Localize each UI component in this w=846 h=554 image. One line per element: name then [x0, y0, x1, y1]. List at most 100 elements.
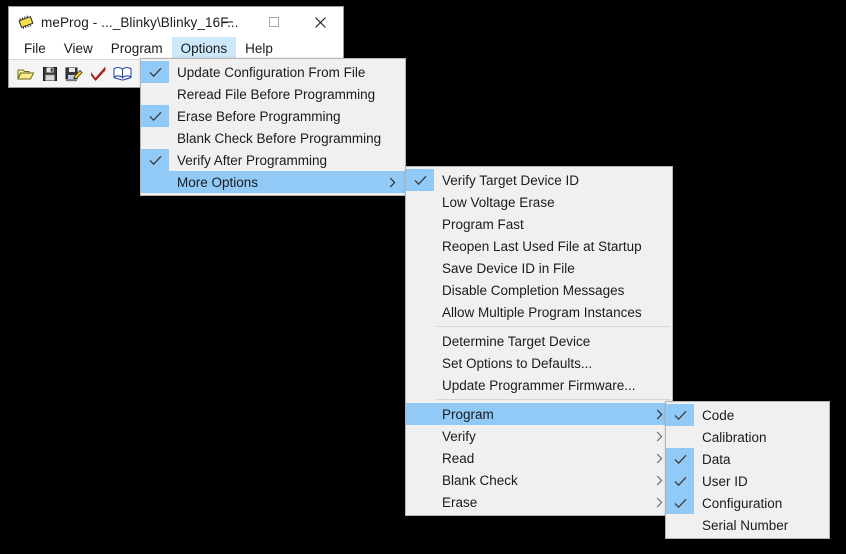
menubar-item-program[interactable]: Program [102, 37, 172, 59]
menu-item-label: Set Options to Defaults... [442, 355, 593, 371]
checkmark-placeholder [666, 514, 694, 536]
read-book-icon[interactable] [111, 63, 133, 85]
menu-item-configuration[interactable]: Configuration [666, 492, 829, 514]
menu-item-update-programmer-firmware[interactable]: Update Programmer Firmware... [406, 374, 672, 396]
menu-item-label: Update Configuration From File [177, 64, 366, 80]
menu-item-blank-check-before-programming[interactable]: Blank Check Before Programming [141, 127, 405, 149]
checkmark-icon [141, 149, 169, 171]
menu-item-label: Verify [442, 428, 476, 444]
checkmark-placeholder [406, 301, 434, 323]
menu-item-label: Program Fast [442, 216, 524, 232]
checkmark-icon [666, 470, 694, 492]
checkmark-placeholder [141, 83, 169, 105]
save-floppy-icon[interactable] [39, 63, 61, 85]
menubar-item-file[interactable]: File [15, 37, 55, 59]
menubar-item-help[interactable]: Help [236, 37, 282, 59]
menu-item-save-device-id-in-file[interactable]: Save Device ID in File [406, 257, 672, 279]
program-device-icon[interactable] [63, 63, 85, 85]
menu-item-erase[interactable]: Erase [406, 491, 672, 513]
checkmark-placeholder [406, 403, 434, 425]
menu-item-program-fast[interactable]: Program Fast [406, 213, 672, 235]
menubar-item-label: Program [110, 40, 163, 56]
menu-item-label: Save Device ID in File [442, 260, 575, 276]
menu-item-determine-target-device[interactable]: Determine Target Device [406, 330, 672, 352]
menu-item-label: Calibration [702, 429, 767, 445]
title-bar[interactable]: meProg - ..._Blinky\Blinky_16F... [9, 7, 343, 37]
menu-item-label: Code [702, 407, 735, 423]
menu-item-program[interactable]: Program [406, 403, 672, 425]
checkmark-placeholder [666, 426, 694, 448]
options-dropdown-menu: Update Configuration From File Reread Fi… [140, 58, 406, 196]
menu-item-more-options[interactable]: More Options [141, 171, 405, 193]
menu-item-update-configuration-from-file[interactable]: Update Configuration From File [141, 61, 405, 83]
menu-item-label: User ID [702, 473, 748, 489]
menubar-item-label: File [24, 40, 46, 56]
chevron-right-icon [656, 403, 663, 425]
menu-item-verify-after-programming[interactable]: Verify After Programming [141, 149, 405, 171]
chevron-right-icon [656, 491, 663, 513]
menu-item-label: Verify After Programming [177, 152, 328, 168]
checkmark-icon [141, 105, 169, 127]
menu-item-low-voltage-erase[interactable]: Low Voltage Erase [406, 191, 672, 213]
menubar-item-label: Help [245, 40, 273, 56]
menu-item-label: Program [442, 406, 494, 422]
menu-item-data[interactable]: Data [666, 448, 829, 470]
menu-item-label: More Options [177, 174, 259, 190]
menu-item-label: Reopen Last Used File at Startup [442, 238, 642, 254]
more-options-submenu: Verify Target Device ID Low Voltage Eras… [405, 166, 673, 516]
close-icon[interactable] [297, 7, 343, 37]
checkmark-icon [406, 169, 434, 191]
menu-item-disable-completion-messages[interactable]: Disable Completion Messages [406, 279, 672, 301]
menubar-item-label: Options [180, 40, 228, 56]
checkmark-placeholder [406, 425, 434, 447]
checkmark-placeholder [406, 447, 434, 469]
menubar-item-options[interactable]: Options [171, 37, 237, 59]
menu-item-label: Determine Target Device [442, 333, 591, 349]
menu-item-label: Disable Completion Messages [442, 282, 625, 298]
menu-item-code[interactable]: Code [666, 404, 829, 426]
verify-check-icon[interactable] [87, 63, 109, 85]
menu-item-allow-multiple-program-instances[interactable]: Allow Multiple Program Instances [406, 301, 672, 323]
menu-separator [436, 326, 670, 327]
menu-item-verify[interactable]: Verify [406, 425, 672, 447]
minimize-icon[interactable] [205, 7, 251, 37]
menu-item-label: Low Voltage Erase [442, 194, 555, 210]
checkmark-icon [666, 448, 694, 470]
menu-item-label: Read [442, 450, 475, 466]
checkmark-placeholder [406, 191, 434, 213]
menu-item-label: Serial Number [702, 517, 789, 533]
menu-item-label: Reread File Before Programming [177, 86, 376, 102]
menu-item-label: Verify Target Device ID [442, 172, 580, 188]
menu-item-calibration[interactable]: Calibration [666, 426, 829, 448]
checkmark-placeholder [406, 257, 434, 279]
checkmark-placeholder [141, 127, 169, 149]
chip-icon [17, 13, 35, 31]
open-folder-icon[interactable] [15, 63, 37, 85]
menu-item-read[interactable]: Read [406, 447, 672, 469]
menu-item-label: Blank Check [442, 472, 518, 488]
menu-item-set-options-to-defaults[interactable]: Set Options to Defaults... [406, 352, 672, 374]
menu-item-user-id[interactable]: User ID [666, 470, 829, 492]
screen: meProg - ..._Blinky\Blinky_16F... File V… [0, 0, 846, 554]
checkmark-placeholder [406, 235, 434, 257]
menu-item-label: Allow Multiple Program Instances [442, 304, 642, 320]
maximize-icon[interactable] [251, 7, 297, 37]
menu-item-reread-file-before-programming[interactable]: Reread File Before Programming [141, 83, 405, 105]
checkmark-placeholder [406, 213, 434, 235]
menu-item-label: Data [702, 451, 731, 467]
checkmark-icon [666, 492, 694, 514]
menu-item-label: Update Programmer Firmware... [442, 377, 636, 393]
checkmark-icon [141, 61, 169, 83]
checkmark-placeholder [406, 352, 434, 374]
menu-item-reopen-last-used-file-at-startup[interactable]: Reopen Last Used File at Startup [406, 235, 672, 257]
menu-bar: File View Program Options Help [9, 37, 343, 59]
menu-item-serial-number[interactable]: Serial Number [666, 514, 829, 536]
menu-item-erase-before-programming[interactable]: Erase Before Programming [141, 105, 405, 127]
checkmark-placeholder [406, 491, 434, 513]
menu-item-blank-check[interactable]: Blank Check [406, 469, 672, 491]
menu-item-verify-target-device-id[interactable]: Verify Target Device ID [406, 169, 672, 191]
checkmark-placeholder [406, 469, 434, 491]
chevron-right-icon [656, 447, 663, 469]
chevron-right-icon [389, 171, 396, 193]
menubar-item-view[interactable]: View [55, 37, 102, 59]
